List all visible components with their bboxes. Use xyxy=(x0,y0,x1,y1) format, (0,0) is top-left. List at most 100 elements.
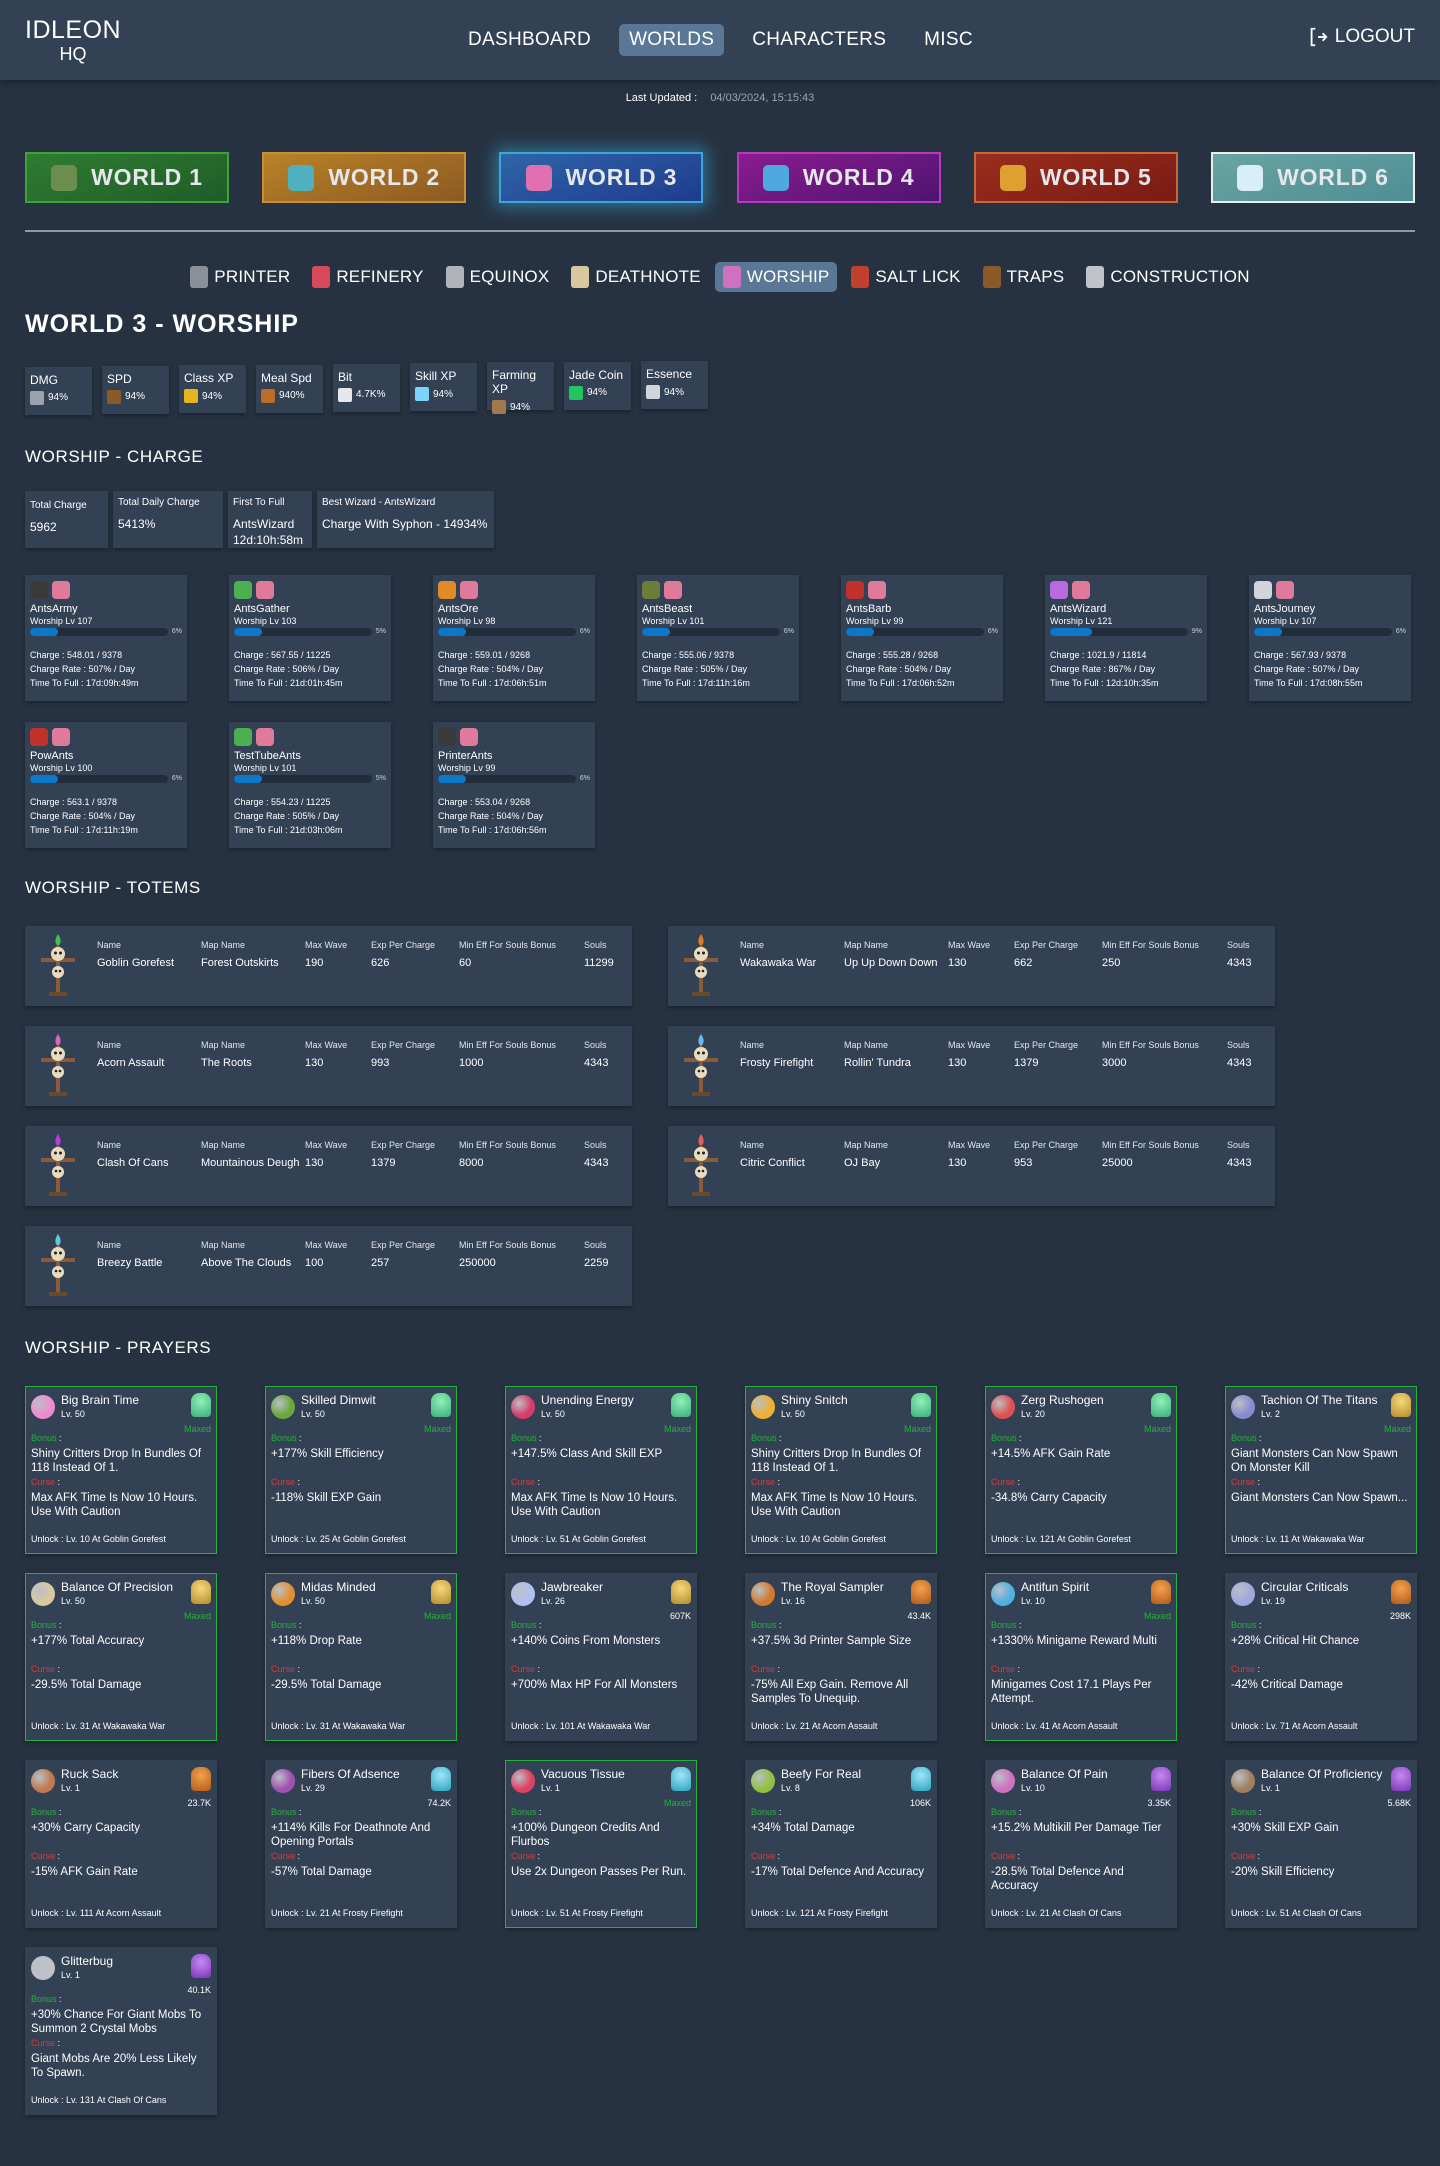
totem-max-wave: 190 xyxy=(305,956,324,969)
world-6-button[interactable]: WORLD 6 xyxy=(1210,152,1415,203)
subnav-worship[interactable]: WORSHIP xyxy=(714,262,838,292)
prayer-card[interactable]: Unending Energy Lv. 50 Maxed Bonus : +147.5%… xyxy=(505,1385,697,1554)
total-charge-value: 5962 xyxy=(30,519,57,534)
prayer-card[interactable]: Beefy For Real Lv. 8 106K Bonus : +34% Total… xyxy=(745,1759,937,1928)
prayer-card[interactable]: Balance Of Pain Lv. 10 3.35K Bonus : +15.2% … xyxy=(985,1759,1177,1928)
unlock-value: Lv. 131 At Clash Of Cans xyxy=(66,2094,167,2105)
prayer-card[interactable]: Vacuous Tissue Lv. 1 Maxed Bonus : +100% Dun… xyxy=(505,1759,697,1928)
worship-skull-icon xyxy=(460,580,478,599)
prayer-title: Beefy For Real Lv. 8 xyxy=(781,1767,861,1793)
last-updated: Last Updated : 04/03/2024, 15:15:43 xyxy=(0,92,1440,104)
prayer-card[interactable]: Balance Of Proficiency Lv. 1 5.68K Bonus : +… xyxy=(1225,1759,1417,1928)
bonus-value-row: 94% xyxy=(107,389,164,404)
prayer-card[interactable]: Big Brain Time Lv. 50 Maxed Bonus : Shiny Cr… xyxy=(25,1385,217,1554)
bonus-label: Bonus xyxy=(511,1619,537,1630)
nav-characters[interactable]: CHARACTERS xyxy=(742,24,896,56)
soul-cost: 298K xyxy=(1389,1610,1411,1621)
gold-soul-icon xyxy=(671,1579,691,1604)
subnav-traps[interactable]: TRAPS xyxy=(975,262,1073,292)
prayer-card[interactable]: Midas Minded Lv. 50 Maxed Bonus : +118% Drop… xyxy=(265,1572,457,1741)
best-wizard-box: Best Wizard - AntsWizard Charge With Syp… xyxy=(317,490,494,548)
prayer-card[interactable]: Circular Criticals Lv. 19 298K Bonus : +28% … xyxy=(1225,1572,1417,1741)
bonus-label: Bonus xyxy=(1231,1806,1257,1817)
bonus-label: Bonus xyxy=(991,1806,1017,1817)
prayer-card[interactable]: Tachion Of The Titans Lv. 2 Maxed Bonus : Gi… xyxy=(1225,1385,1417,1554)
progress-fill xyxy=(438,774,467,783)
nav-dashboard[interactable]: DASHBOARD xyxy=(458,24,601,56)
bonus-box: SPD 94% xyxy=(102,365,169,414)
gold-soul-icon xyxy=(1391,1392,1411,1417)
prayer-level: Lv. 50 xyxy=(541,1408,565,1419)
world-4-button[interactable]: WORLD 4 xyxy=(736,152,941,203)
subnav-construction[interactable]: CONSTRUCTION xyxy=(1078,262,1257,292)
world-1-button[interactable]: WORLD 1 xyxy=(25,152,229,203)
prayer-soul-cost: 298K xyxy=(1389,1579,1411,1621)
prayer-soul-cost: Maxed xyxy=(1143,1392,1171,1434)
construction-saw-icon xyxy=(1086,266,1105,288)
world-5-button[interactable]: WORLD 5 xyxy=(973,152,1178,203)
maxed-label: Maxed xyxy=(1143,1423,1171,1434)
prayer-card[interactable]: Ruck Sack Lv. 1 23.7K Bonus : +30% Carry Cap… xyxy=(25,1759,217,1928)
prayer-card[interactable]: Skilled Dimwit Lv. 50 Maxed Bonus : +177% Sk… xyxy=(265,1385,457,1554)
subnav-printer[interactable]: PRINTER xyxy=(182,262,298,292)
prayer-card[interactable]: Balance Of Precision Lv. 50 Maxed Bonus : +1… xyxy=(25,1572,217,1741)
prayer-name: Vacuous Tissue xyxy=(541,1766,625,1781)
totem-column-header: Min Eff For Souls Bonus xyxy=(459,1139,556,1150)
worship-level: Worship Lv 107 xyxy=(1254,615,1317,626)
totem-column-header: Map Name xyxy=(844,1039,889,1050)
prayer-card[interactable]: Jawbreaker Lv. 26 607K Bonus : +140% Coins F… xyxy=(505,1572,697,1741)
world-2-icon xyxy=(288,164,315,191)
charge-value: Charge : 548.01 / 9378 xyxy=(30,649,123,660)
subnav-salt-lick[interactable]: SALT LICK xyxy=(843,262,968,292)
prayer-unlock: Unlock : Lv. 51 At Goblin Gorefest xyxy=(511,1534,646,1544)
logout-button[interactable]: LOGOUT xyxy=(1307,26,1415,48)
prayer-bonus-text: +114% Kills For Deathnote And Opening Po… xyxy=(271,1821,431,1848)
charge-progress: 6% xyxy=(846,627,998,636)
prayer-title: Glitterbug Lv. 1 xyxy=(61,1954,113,1980)
unlock-label: Unlock : xyxy=(31,1907,64,1918)
world-3-button[interactable]: WORLD 3 xyxy=(499,152,704,203)
character-charge-card: AntsBeast Worship Lv 101 6% Charge : 555.06… xyxy=(637,574,799,701)
subnav-deathnote[interactable]: DEATHNOTE xyxy=(563,262,708,292)
progress-bar xyxy=(438,627,576,636)
prayer-card[interactable]: Shiny Snitch Lv. 50 Maxed Bonus : Shiny Crit… xyxy=(745,1385,937,1554)
prayer-card[interactable]: Glitterbug Lv. 1 40.1K Bonus : +30% Chance F… xyxy=(25,1946,217,2115)
totem-exp-per-charge: 257 xyxy=(371,1256,390,1269)
progress-percent: 6% xyxy=(579,628,590,636)
prayer-header: Beefy For Real Lv. 8 xyxy=(751,1767,931,1793)
worship-level: Worship Lv 101 xyxy=(234,762,297,773)
bonus-label: Meal Spd xyxy=(261,370,312,385)
subnav-equinox[interactable]: EQUINOX xyxy=(438,262,558,292)
curse-label: Curse xyxy=(511,1663,536,1674)
prayer-curse-text: Minigames Cost 17.1 Plays Per Attempt. xyxy=(991,1678,1152,1705)
bonus-value: 940% xyxy=(279,390,305,401)
worship-skull-icon xyxy=(1072,580,1090,599)
prayer-card[interactable]: Antifun Spirit Lv. 10 Maxed Bonus : +1330% M… xyxy=(985,1572,1177,1741)
prayer-card[interactable]: Fibers Of Adsence Lv. 29 74.2K Bonus : +114%… xyxy=(265,1759,457,1928)
curse-label: Curse xyxy=(31,2037,56,2048)
prayer-title: Antifun Spirit Lv. 10 xyxy=(1021,1580,1089,1606)
prayer-title: The Royal Sampler Lv. 16 xyxy=(781,1580,884,1606)
charge-rate: Charge Rate : 505% / Day xyxy=(642,663,748,674)
subnav-refinery[interactable]: REFINERY xyxy=(304,262,431,292)
totem-column-header: Souls xyxy=(584,1039,607,1050)
nav-worlds[interactable]: WORLDS xyxy=(619,24,725,56)
soul-cost: 23.7K xyxy=(187,1797,211,1808)
subnav-label: DEATHNOTE xyxy=(595,267,701,286)
totem-column: Exp Per Charge 1379 xyxy=(371,1132,459,1200)
logo[interactable]: IDLEON HQ xyxy=(25,18,121,64)
logo-subtitle: HQ xyxy=(59,44,87,64)
curse-label: Curse xyxy=(271,1663,296,1674)
prayer-card[interactable]: Zerg Rushogen Lv. 20 Maxed Bonus : +14.5% AF… xyxy=(985,1385,1177,1554)
world-2-button[interactable]: WORLD 2 xyxy=(262,152,467,203)
prayer-bonus-text: +15.2% Multikill Per Damage Tier xyxy=(991,1821,1162,1834)
prayer-orb-icon xyxy=(511,1394,535,1419)
unlock-label: Unlock : xyxy=(31,1720,64,1731)
totem-column: Souls 4343 xyxy=(1227,1032,1267,1100)
curse-heading: Curse : xyxy=(271,1663,301,1674)
totem-column: Exp Per Charge 953 xyxy=(1014,1132,1102,1200)
nav-misc[interactable]: MISC xyxy=(914,24,983,56)
totem-column-header: Exp Per Charge xyxy=(371,1139,436,1150)
totem-souls: 11299 xyxy=(584,956,614,969)
prayer-card[interactable]: The Royal Sampler Lv. 16 43.4K Bonus : +37.5… xyxy=(745,1572,937,1741)
